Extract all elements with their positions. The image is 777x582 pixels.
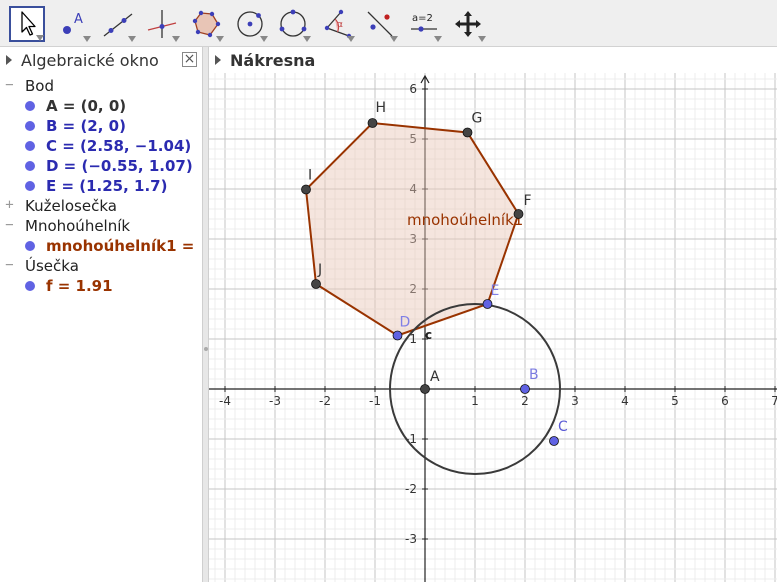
point-label: H bbox=[376, 100, 387, 116]
close-icon[interactable]: × bbox=[182, 52, 197, 67]
polygon-tool-button[interactable] bbox=[188, 6, 224, 42]
object-definition[interactable]: D = (−0.55, 1.07) bbox=[46, 157, 193, 175]
x-tick-label: 1 bbox=[471, 394, 479, 408]
x-tick-label: -1 bbox=[369, 394, 381, 408]
point-J[interactable] bbox=[311, 279, 321, 289]
point-label: B bbox=[529, 367, 539, 383]
algebra-object-row[interactable]: C = (2.58, −1.04) bbox=[0, 136, 200, 156]
point-tool-button[interactable]: A bbox=[55, 6, 91, 42]
panel-splitter[interactable] bbox=[202, 47, 209, 582]
line-tool-button[interactable] bbox=[100, 6, 136, 42]
graphics-view[interactable]: -4 -3 -2 -1 1 2 3 4 5 6 7 -3 -2 -1 1 2 3 4 5 6 mnohoúhelník1… bbox=[209, 47, 777, 582]
svg-text:α: α bbox=[337, 20, 343, 30]
circle-center-point-tool-button[interactable] bbox=[232, 6, 268, 42]
algebra-view-header[interactable]: Algebraické okno bbox=[0, 47, 202, 73]
algebra-object-row[interactable]: f = 1.91 bbox=[0, 276, 200, 296]
x-tick-label: -4 bbox=[219, 394, 231, 408]
point-label: C bbox=[558, 419, 568, 435]
x-tick-label: 7 bbox=[771, 394, 777, 408]
angle-tool-button[interactable]: α bbox=[319, 6, 355, 42]
perpendicular-line-tool-button[interactable] bbox=[144, 6, 180, 42]
category-label: Mnohoúhelník bbox=[25, 217, 131, 235]
algebra-object-row[interactable]: A = (0, 0) bbox=[0, 96, 200, 116]
object-definition[interactable]: A = (0, 0) bbox=[46, 97, 126, 115]
point-F[interactable] bbox=[513, 209, 524, 219]
visibility-toggle-icon[interactable] bbox=[25, 161, 35, 171]
polygon-label: mnohoúhelník1 bbox=[407, 211, 523, 229]
algebra-object-row[interactable]: mnohoúhelník1 = bbox=[0, 236, 200, 256]
x-tick-label: 2 bbox=[521, 394, 529, 408]
point-label: D bbox=[400, 315, 411, 331]
circle-label: c bbox=[425, 328, 432, 342]
algebra-view: Algebraické okno × − Bod A = (0, 0) B = (2,… bbox=[0, 47, 202, 582]
splitter-grip-icon[interactable] bbox=[204, 347, 208, 351]
object-definition[interactable]: B = (2, 0) bbox=[46, 117, 126, 135]
point-label: G bbox=[472, 111, 483, 127]
circle-three-points-tool-button[interactable] bbox=[275, 6, 311, 42]
point-label: E bbox=[491, 283, 500, 299]
point-E[interactable] bbox=[482, 299, 493, 309]
visibility-toggle-icon[interactable] bbox=[25, 101, 35, 111]
visibility-toggle-icon[interactable] bbox=[25, 141, 35, 151]
algebra-object-row[interactable]: E = (1.25, 1.7) bbox=[0, 176, 200, 196]
point-C[interactable] bbox=[549, 436, 559, 446]
svg-text:A: A bbox=[74, 12, 83, 27]
collapse-icon[interactable]: − bbox=[4, 258, 15, 272]
x-tick-label: 4 bbox=[621, 394, 629, 408]
graphics-view-header[interactable]: Nákresna bbox=[209, 47, 777, 73]
expand-icon[interactable]: + bbox=[4, 198, 15, 212]
point-label: F bbox=[524, 193, 532, 209]
move-tool-button[interactable] bbox=[9, 6, 45, 42]
point-B[interactable] bbox=[520, 384, 530, 394]
y-tick-label: -3 bbox=[405, 532, 417, 546]
algebra-category[interactable]: + Kuželosečka bbox=[0, 196, 200, 216]
slider-tool-label: a=2 bbox=[412, 13, 433, 24]
reflect-tool-button[interactable] bbox=[362, 6, 398, 42]
point-A[interactable] bbox=[420, 384, 430, 394]
point-label: J bbox=[317, 262, 322, 278]
collapse-arrow-icon[interactable] bbox=[215, 55, 221, 65]
graphics-view-title: Nákresna bbox=[230, 50, 316, 70]
visibility-toggle-icon[interactable] bbox=[25, 121, 35, 131]
point-label: I bbox=[308, 168, 312, 184]
collapse-icon[interactable]: − bbox=[4, 218, 15, 232]
x-tick-label: 6 bbox=[721, 394, 729, 408]
x-tick-label: -2 bbox=[319, 394, 331, 408]
move-graphics-view-tool-button[interactable] bbox=[450, 6, 486, 42]
point-G[interactable] bbox=[462, 127, 473, 138]
algebra-view-title: Algebraické okno bbox=[21, 50, 159, 70]
visibility-toggle-icon[interactable] bbox=[25, 241, 35, 251]
x-tick-label: 3 bbox=[571, 394, 579, 408]
x-tick-label: -3 bbox=[269, 394, 281, 408]
algebra-category[interactable]: − Mnohoúhelník bbox=[0, 216, 200, 236]
grid bbox=[209, 47, 777, 582]
object-definition[interactable]: f = 1.91 bbox=[46, 277, 113, 295]
category-label: Úsečka bbox=[25, 257, 79, 275]
algebra-category[interactable]: − Bod bbox=[0, 76, 200, 96]
toolbar: A α a=2 bbox=[0, 0, 777, 47]
object-definition[interactable]: E = (1.25, 1.7) bbox=[46, 177, 167, 195]
object-definition[interactable]: C = (2.58, −1.04) bbox=[46, 137, 191, 155]
visibility-toggle-icon[interactable] bbox=[25, 181, 35, 191]
collapse-icon[interactable]: − bbox=[4, 78, 15, 92]
collapse-arrow-icon[interactable] bbox=[6, 55, 12, 65]
category-label: Kuželosečka bbox=[25, 197, 117, 215]
point-I[interactable] bbox=[301, 184, 311, 195]
slider-tool-button[interactable]: a=2 bbox=[406, 6, 442, 42]
point-label: A bbox=[430, 369, 440, 385]
algebra-object-row[interactable]: D = (−0.55, 1.07) bbox=[0, 156, 200, 176]
y-tick-label: 6 bbox=[409, 82, 417, 96]
algebra-category[interactable]: − Úsečka bbox=[0, 256, 200, 276]
algebra-object-row[interactable]: B = (2, 0) bbox=[0, 116, 200, 136]
point-H[interactable] bbox=[367, 118, 378, 128]
visibility-toggle-icon[interactable] bbox=[25, 281, 35, 291]
category-label: Bod bbox=[25, 77, 54, 95]
graphics-canvas[interactable]: -4 -3 -2 -1 1 2 3 4 5 6 7-3-2-1123456mnohoúhelník1… bbox=[209, 47, 777, 582]
x-tick-label: 5 bbox=[671, 394, 679, 408]
object-definition[interactable]: mnohoúhelník1 = bbox=[46, 237, 194, 255]
point-D[interactable] bbox=[392, 330, 403, 341]
y-tick-label: -2 bbox=[405, 482, 417, 496]
